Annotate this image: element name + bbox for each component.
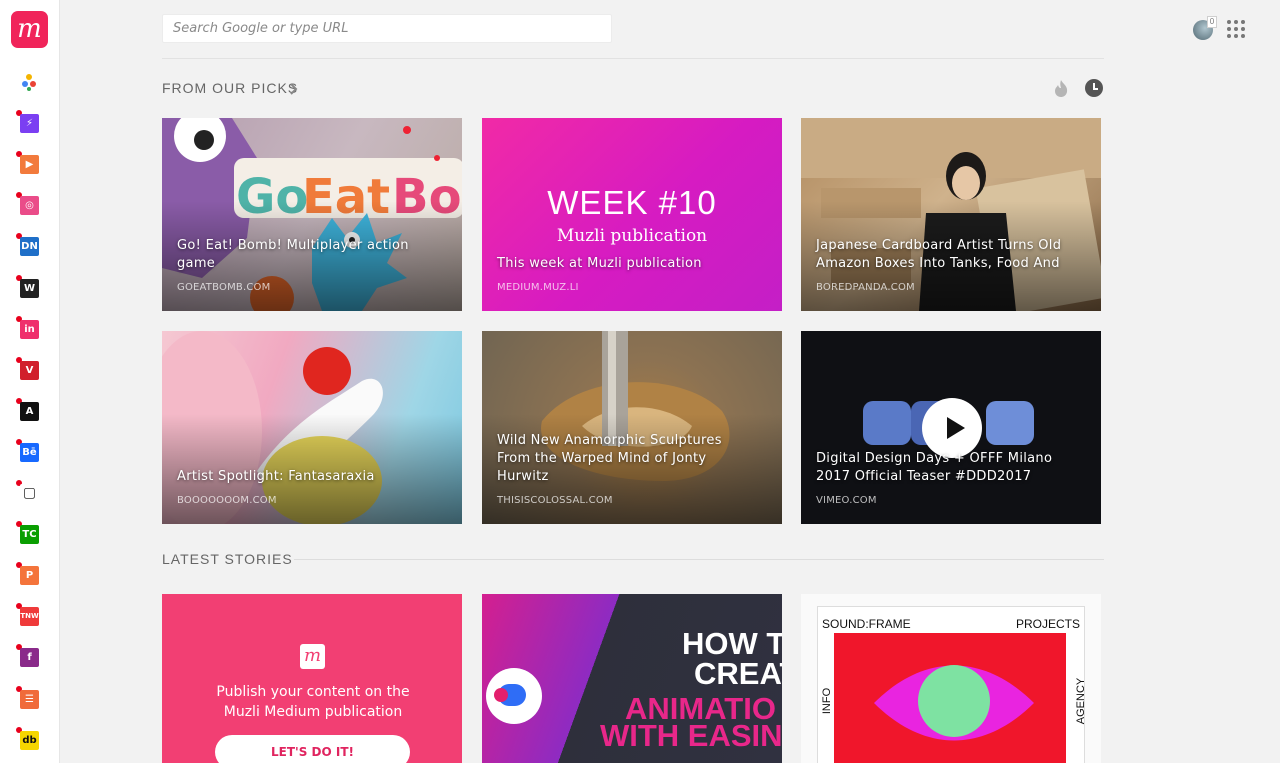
story-card[interactable]: HOW T CREAT ANIMATIO WITH EASIN — [482, 594, 782, 763]
pick-card[interactable]: Japanese Cardboard Artist Turns Old Amaz… — [801, 118, 1101, 311]
fire-icon[interactable] — [1052, 79, 1070, 98]
card-title[interactable]: Go! Eat! Bomb! Multiplayer action game — [177, 237, 432, 273]
techcrunch-icon[interactable]: TC — [20, 525, 39, 544]
notes-icon[interactable]: ☰ — [20, 690, 39, 709]
muzli-small-logo: m — [300, 644, 325, 669]
muzli-logo[interactable]: m — [11, 11, 48, 48]
promo-text: Publish your content on the Muzli Medium… — [216, 684, 410, 720]
card-title[interactable]: Wild New Anamorphic Sculptures From the … — [497, 432, 752, 486]
behance-icon[interactable]: Bē — [20, 443, 39, 462]
pick-card[interactable]: Digital Design Days + OFFF Milano 2017 O… — [801, 331, 1101, 524]
latest-section-title: LATEST STORIES — [162, 551, 293, 567]
publication-name-text: Muzli publication — [556, 226, 708, 246]
card-source: GOEATBOMB.COM — [177, 282, 271, 293]
bolt-icon[interactable]: ⚡ — [20, 114, 39, 133]
app-logo-icon — [486, 668, 542, 724]
vimeo-v-icon[interactable]: V — [20, 361, 39, 380]
awwwards-icon[interactable]: A — [20, 402, 39, 421]
invision-icon[interactable]: in — [20, 320, 39, 339]
headline-line-4: WITH EASIN — [600, 718, 782, 753]
apps-grid-icon[interactable] — [1227, 20, 1245, 38]
card-title[interactable]: Artist Spotlight: Fantasaraxia — [177, 468, 432, 486]
search-input[interactable] — [162, 14, 612, 43]
card-title[interactable]: Digital Design Days + OFFF Milano 2017 O… — [816, 450, 1071, 486]
week-number-text: WEEK #10 — [547, 184, 717, 221]
fastcompany-icon[interactable]: f — [20, 648, 39, 667]
eye-graphic — [874, 665, 1034, 741]
notification-badge[interactable]: 0 — [1207, 16, 1217, 28]
dots-icon[interactable] — [20, 73, 39, 92]
poster-title-left: SOUND:FRAME — [822, 617, 911, 631]
pick-card[interactable]: Go Eat! Bo Go! Eat! Bomb! Multiplayer ac… — [162, 118, 462, 311]
header-divider — [162, 58, 1104, 59]
producthunt-icon[interactable]: P — [20, 566, 39, 585]
lets-do-it-button[interactable]: LET'S DO IT! — [215, 735, 410, 763]
card-source: MEDIUM.MUZ.LI — [497, 282, 579, 293]
card-title[interactable]: This week at Muzli publication — [497, 255, 752, 273]
clock-icon[interactable] — [1085, 79, 1103, 97]
picks-section-title[interactable]: FROM OUR PICKS — [162, 80, 298, 96]
tnw-icon[interactable]: TNW — [20, 607, 39, 626]
poster-title-right: PROJECTS — [1015, 617, 1080, 631]
pick-card[interactable]: WEEK #10 Muzli publication This week at … — [482, 118, 782, 311]
waww-icon[interactable]: W — [20, 279, 39, 298]
headline-line-2: CREAT — [694, 656, 782, 691]
promo-card[interactable]: m Publish your content on the Muzli Medi… — [162, 594, 462, 763]
sidebar: m ⚡ ▶ ◎ DN Win V A Bē ▢ TC P TNW f ☰ db — [0, 0, 60, 763]
card-title[interactable]: Japanese Cardboard Artist Turns Old Amaz… — [816, 237, 1071, 273]
poster-red-block — [834, 633, 1066, 763]
play-button[interactable] — [922, 398, 982, 458]
card-source: VIMEO.COM — [816, 495, 877, 506]
poster-side-left: INFO — [821, 687, 834, 715]
dn-icon[interactable]: DN — [20, 237, 39, 256]
pick-card[interactable]: Artist Spotlight: Fantasaraxia BOOOOOOOM… — [162, 331, 462, 524]
card-source: BOOOOOOOM.COM — [177, 495, 277, 506]
card-source: THISISCOLOSSAL.COM — [497, 495, 613, 506]
poster-side-right: AGENCY — [1074, 677, 1087, 725]
card-source: BOREDPANDA.COM — [816, 282, 915, 293]
tv-icon[interactable]: ▢ — [20, 484, 39, 503]
db-icon[interactable]: db — [20, 731, 39, 750]
poster-frame: SOUND:FRAME PROJECTS INFO AGENCY — [817, 606, 1087, 763]
story-card[interactable]: SOUND:FRAME PROJECTS INFO AGENCY — [801, 594, 1101, 763]
section-divider — [294, 559, 1104, 560]
dribbble-icon[interactable]: ◎ — [20, 196, 39, 215]
pick-card[interactable]: Wild New Anamorphic Sculptures From the … — [482, 331, 782, 524]
play-icon[interactable]: ▶ — [20, 155, 39, 174]
chevron-right-icon[interactable] — [290, 83, 298, 95]
